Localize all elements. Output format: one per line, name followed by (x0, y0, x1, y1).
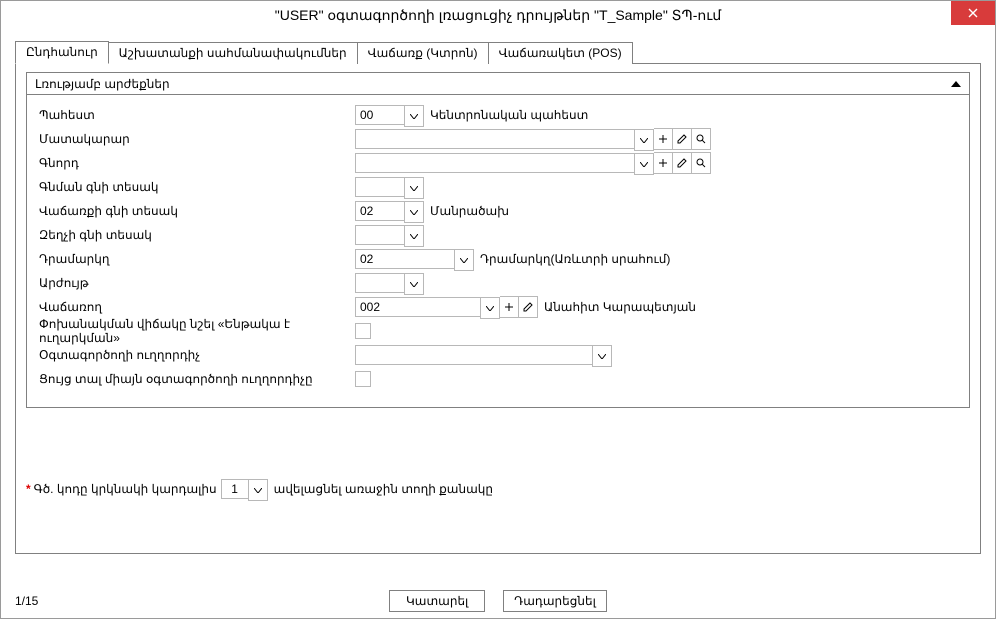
sale-price-type-desc: Մանրածախ (430, 204, 509, 218)
currency-dropdown-button[interactable] (404, 273, 424, 295)
plus-icon (504, 302, 514, 312)
chevron-down-icon (640, 138, 648, 143)
label-user-guide: Օգտագործողի ուղղորդիչ (39, 348, 355, 362)
transfer-state-checkbox[interactable] (355, 323, 371, 339)
close-button[interactable] (951, 1, 995, 25)
supplier-dropdown-button[interactable] (634, 129, 654, 151)
cashbox-dropdown-button[interactable] (454, 249, 474, 271)
pencil-icon (523, 302, 533, 312)
group-header-defaults[interactable]: Լռությամբ արժեքներ (26, 72, 970, 95)
label-show-only-user-guide: Ցույց տալ միայն օգտագործողի ուղղորդիչը (39, 372, 355, 386)
ok-button[interactable]: Կատարել (389, 590, 485, 612)
chevron-down-icon (640, 162, 648, 167)
buyer-dropdown-button[interactable] (634, 153, 654, 175)
label-sale-price-type: Վաճառքի գնի տեսակ (39, 204, 355, 218)
seller-dropdown-button[interactable] (480, 297, 500, 319)
tab-sale[interactable]: Վաճառք (Կտրոն) (357, 42, 489, 64)
supplier-search-button[interactable] (692, 128, 711, 150)
buyer-input[interactable] (355, 153, 634, 173)
window-title: "USER" օգտագործողի լռացուցիչ դրույթներ "… (275, 7, 722, 24)
chevron-down-icon (410, 282, 418, 287)
search-icon (696, 158, 706, 168)
chevron-down-icon (598, 354, 606, 359)
seller-add-button[interactable] (500, 296, 519, 318)
purchase-price-type-dropdown-button[interactable] (404, 177, 424, 199)
titlebar: "USER" օգտագործողի լռացուցիչ դրույթներ "… (1, 1, 995, 29)
show-only-user-guide-checkbox[interactable] (355, 371, 371, 387)
dialog-window: "USER" օգտագործողի լռացուցիչ դրույթներ "… (0, 0, 996, 619)
sale-price-type-dropdown-button[interactable] (404, 201, 424, 223)
chevron-down-icon (460, 258, 468, 263)
asterisk-icon: * (26, 482, 31, 496)
buyer-add-button[interactable] (654, 152, 673, 174)
supplier-input[interactable] (355, 129, 634, 149)
label-buyer: Գնորդ (39, 156, 355, 170)
buyer-edit-button[interactable] (673, 152, 692, 174)
tab-pos[interactable]: Վաճառակետ (POS) (488, 42, 633, 64)
label-disc-price-type: Զեղչի գնի տեսակ (39, 228, 355, 242)
footnote-row: * Գծ. կոդը կրկնակի կարդալիս ավելացնել առ… (26, 479, 493, 499)
disc-price-type-input[interactable] (355, 225, 404, 245)
tab-general[interactable]: Ընդհանուր (15, 41, 109, 64)
footnote-prefix: Գծ. կոդը կրկնակի կարդալիս (34, 482, 217, 496)
chevron-down-icon (486, 306, 494, 311)
warehouse-desc: Կենտրոնական պահեստ (430, 108, 588, 122)
chevron-down-icon (254, 488, 262, 493)
supplier-add-button[interactable] (654, 128, 673, 150)
plus-icon (658, 158, 668, 168)
footnote-dropdown-button[interactable] (248, 479, 268, 501)
seller-edit-button[interactable] (519, 296, 538, 318)
seller-desc: Անահիտ Կարապետյան (544, 300, 696, 314)
content-area: Ընդհանուր Աշխատանքի սահմանափակումներ Վաճ… (1, 29, 995, 554)
footnote-suffix: ավելացնել առաջին տողի քանակը (274, 482, 493, 496)
footnote-value-input[interactable] (221, 479, 248, 499)
currency-input[interactable] (355, 273, 404, 293)
search-icon (696, 134, 706, 144)
chevron-down-icon (410, 186, 418, 191)
warehouse-dropdown-button[interactable] (404, 105, 424, 127)
supplier-edit-button[interactable] (673, 128, 692, 150)
collapse-up-icon (951, 81, 961, 87)
cancel-button[interactable]: Դադարեցնել (503, 590, 607, 612)
group-title: Լռությամբ արժեքներ (35, 77, 170, 91)
chevron-down-icon (410, 114, 418, 119)
user-guide-dropdown-button[interactable] (592, 345, 612, 367)
plus-icon (658, 134, 668, 144)
purchase-price-type-input[interactable] (355, 177, 404, 197)
label-seller: Վաճառող (39, 300, 355, 314)
close-icon (968, 8, 978, 18)
cashbox-input[interactable] (355, 249, 454, 269)
sale-price-type-input[interactable] (355, 201, 404, 221)
button-bar: Կատարել Դադարեցնել (1, 584, 995, 618)
label-cashbox: Դրամարկղ (39, 252, 355, 266)
group-body-defaults: Պահեստ Կենտրոնական պահեստ Մատակարար (26, 95, 970, 408)
label-warehouse: Պահեստ (39, 108, 355, 122)
tab-limits[interactable]: Աշխատանքի սահմանափակումներ (108, 42, 358, 64)
label-transfer-state: Փոխանակման վիճակը նշել «Ենթակա է ուղարկմ… (39, 317, 355, 345)
label-supplier: Մատակարար (39, 132, 355, 146)
label-purchase-price-type: Գնման գնի տեսակ (39, 180, 355, 194)
warehouse-input[interactable] (355, 105, 404, 125)
tab-panel-general: Լռությամբ արժեքներ Պահեստ Կենտրոնական պա… (15, 64, 981, 554)
pencil-icon (677, 134, 687, 144)
cashbox-desc: Դրամարկղ(Առևտրի սրահում) (480, 252, 670, 266)
buyer-search-button[interactable] (692, 152, 711, 174)
user-guide-input[interactable] (355, 345, 592, 365)
chevron-down-icon (410, 210, 418, 215)
seller-input[interactable] (355, 297, 480, 317)
tabstrip: Ընդհանուր Աշխատանքի սահմանափակումներ Վաճ… (15, 41, 981, 64)
chevron-down-icon (410, 234, 418, 239)
pencil-icon (677, 158, 687, 168)
disc-price-type-dropdown-button[interactable] (404, 225, 424, 247)
label-currency: Արժույթ (39, 276, 355, 290)
